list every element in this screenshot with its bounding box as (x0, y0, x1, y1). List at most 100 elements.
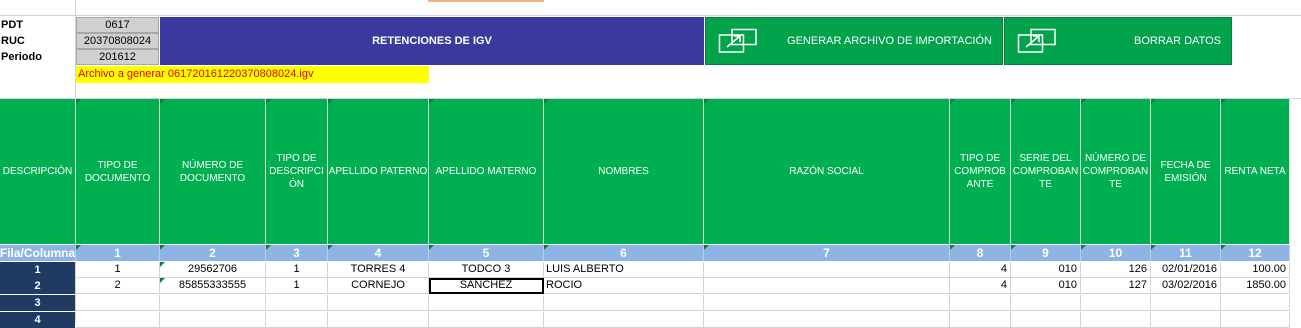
table-cell[interactable] (704, 262, 950, 278)
column-header: SERIE DEL COMPROBAN TE (1011, 99, 1081, 244)
table-cell[interactable]: TODCO 3 (429, 262, 544, 278)
table-cell[interactable] (1221, 295, 1290, 311)
comment-indicator-icon (1081, 99, 1086, 104)
clear-data-button[interactable]: BORRAR DATOS (1004, 17, 1232, 65)
table-cell[interactable] (1011, 312, 1081, 328)
row-number: 1 (0, 262, 75, 278)
comment-indicator-icon (1151, 99, 1156, 104)
comment-indicator-icon (160, 99, 165, 104)
comment-indicator-icon (704, 99, 709, 104)
table-cell[interactable] (950, 312, 1011, 328)
table-cell[interactable]: ROCIO (544, 278, 704, 294)
table-cell[interactable] (328, 295, 429, 311)
table-cell[interactable]: 4 (950, 262, 1011, 278)
comment-indicator-icon (544, 99, 549, 104)
comment-indicator-icon (76, 99, 81, 104)
column-number: 10 (1081, 245, 1151, 261)
table-cell[interactable] (266, 295, 328, 311)
table-cell[interactable] (429, 295, 544, 311)
column-header-label: NÚMERO DE COMPROBAN TE (1082, 153, 1149, 190)
column-header-label: APELLIDO MATERNO (435, 166, 537, 177)
column-header-label: APELLIDO PATERNO (328, 166, 428, 177)
column-number: 2 (160, 245, 266, 261)
table-cell[interactable] (429, 312, 544, 328)
generate-import-file-button[interactable]: GENERAR ARCHIVO DE IMPORTACIÓN (705, 17, 1003, 65)
table-cell[interactable] (1081, 312, 1151, 328)
column-number: 4 (328, 245, 429, 261)
column-header: RAZÓN SOCIAL (704, 99, 950, 244)
table-cell[interactable]: 126 (1081, 262, 1151, 278)
pdt-label: PDT (1, 19, 23, 31)
table-cell[interactable] (950, 295, 1011, 311)
table-cell[interactable]: 010 (1011, 278, 1081, 294)
column-header: NÚMERO DE DOCUMENTO (160, 99, 266, 244)
active-cell-marker (428, 0, 544, 2)
column-header: APELLIDO PATERNO (328, 99, 429, 244)
comment-indicator-icon (160, 262, 165, 267)
table-cell[interactable] (544, 295, 704, 311)
table-cell[interactable]: 010 (1011, 262, 1081, 278)
column-header: DESCRIPCIÓN (0, 99, 76, 244)
ruc-label: RUC (1, 35, 25, 47)
column-header-label: TIPO DE COMPROB ANTE (954, 153, 1006, 190)
table-cell[interactable]: 85855333555 (160, 278, 266, 294)
table-cell[interactable]: CORNEJO (328, 278, 429, 294)
comment-indicator-icon (1081, 245, 1086, 250)
table-cell[interactable]: 2 (76, 278, 160, 294)
table-cell[interactable] (704, 278, 950, 294)
table-cell[interactable] (1011, 295, 1081, 311)
table-cell[interactable] (544, 312, 704, 328)
table-cell[interactable]: 29562706 (160, 262, 266, 278)
table-cell[interactable] (160, 312, 266, 328)
table-cell[interactable] (704, 312, 950, 328)
table-cell[interactable]: 1 (76, 262, 160, 278)
export-window-icon (718, 28, 758, 54)
column-header-label: NOMBRES (598, 166, 649, 177)
table-cell[interactable]: 100.00 (1221, 262, 1290, 278)
table-cell[interactable]: LUIS ALBERTO (544, 262, 704, 278)
table-cell[interactable] (76, 312, 160, 328)
row-gridline (0, 15, 1301, 16)
table-cell[interactable] (1151, 312, 1221, 328)
comment-indicator-icon (429, 99, 434, 104)
export-window-icon (1017, 28, 1057, 54)
column-header-label: SERIE DEL COMPROBAN TE (1012, 153, 1079, 190)
row-number: 4 (0, 312, 75, 328)
table-cell[interactable] (1221, 312, 1290, 328)
table-cell[interactable]: 1 (266, 278, 328, 294)
table-cell[interactable] (266, 312, 328, 328)
table-cell[interactable] (328, 312, 429, 328)
table-cell[interactable]: 03/02/2016 (1151, 278, 1221, 294)
comment-indicator-icon (1011, 99, 1016, 104)
column-number: 5 (429, 245, 544, 261)
comment-indicator-icon (328, 245, 333, 250)
table-cell[interactable]: SANCHEZ (429, 278, 544, 294)
table-cell[interactable] (1081, 295, 1151, 311)
comment-indicator-icon (266, 99, 271, 104)
table-cell[interactable] (704, 295, 950, 311)
column-header-label: DESCRIPCIÓN (2, 166, 73, 177)
column-header-label: TIPO DE DESCRIPCI ÓN (269, 153, 324, 190)
column-header-label: TIPO DE DOCUMENTO (84, 159, 151, 184)
table-cell[interactable]: TORRES 4 (328, 262, 429, 278)
table-cell[interactable] (160, 295, 266, 311)
column-header-label: FECHA DE EMISIÓN (1160, 159, 1211, 184)
comment-indicator-icon (1011, 245, 1016, 250)
table-cell[interactable] (1151, 295, 1221, 311)
comment-indicator-icon (950, 245, 955, 250)
periodo-value-cell[interactable]: 201612 (76, 49, 159, 65)
column-header-label: RAZÓN SOCIAL (789, 166, 864, 177)
comment-indicator-icon (429, 245, 434, 250)
table-cell[interactable]: 1850.00 (1221, 278, 1290, 294)
table-cell[interactable]: 4 (950, 278, 1011, 294)
table-cell[interactable]: 1 (266, 262, 328, 278)
column-number: 9 (1011, 245, 1081, 261)
column-number: 8 (950, 245, 1011, 261)
table-cell[interactable]: 02/01/2016 (1151, 262, 1221, 278)
column-number: 7 (704, 245, 950, 261)
column-header: APELLIDO MATERNO (429, 99, 544, 244)
pdt-value-cell[interactable]: 0617 (76, 17, 159, 33)
ruc-value-cell[interactable]: 20370808024 (76, 33, 159, 49)
table-cell[interactable] (76, 295, 160, 311)
table-cell[interactable]: 127 (1081, 278, 1151, 294)
